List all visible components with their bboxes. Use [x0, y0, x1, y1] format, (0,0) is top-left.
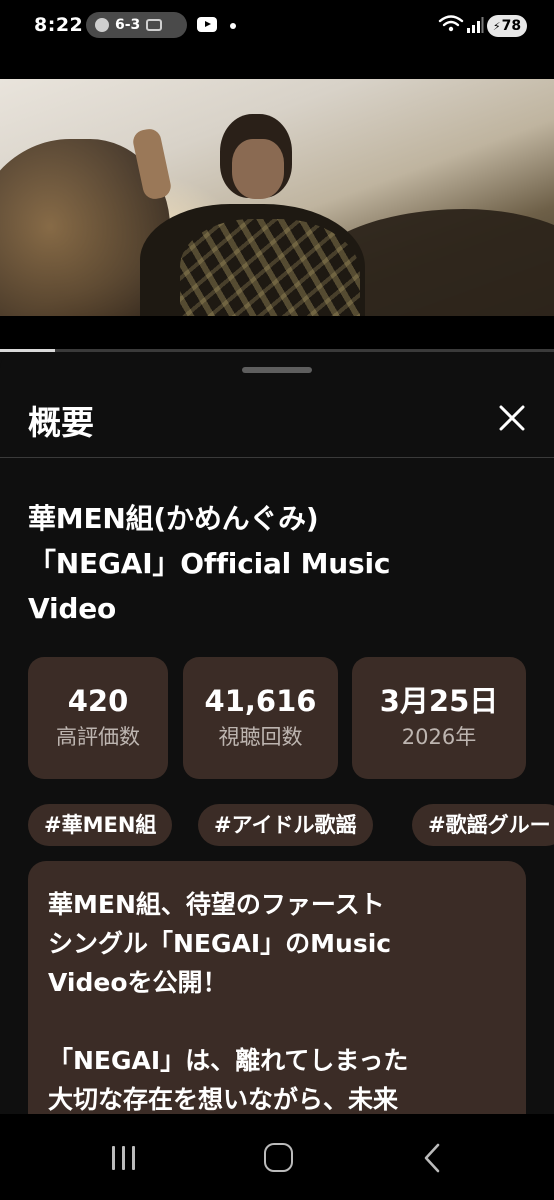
team-logo-icon — [146, 19, 163, 31]
publish-year: 2026年 — [401, 725, 477, 749]
team-logo-icon — [95, 18, 109, 32]
back-icon[interactable] — [420, 1142, 446, 1174]
video-title-line: Video — [28, 592, 117, 625]
navigation-bar — [0, 1114, 554, 1200]
score-notification: 6-3 — [86, 12, 187, 38]
youtube-icon — [197, 17, 217, 32]
hashtag-chip[interactable]: #アイドル歌謡 — [198, 804, 373, 846]
video-title-line: 「NEGAI」Official Music — [28, 547, 391, 580]
screen: 8:22 6-3 ⚡ 78 概要 華MEN組(かめんぐみ) 「NEGAI」Off… — [0, 0, 554, 1200]
sheet-title: 概要 — [28, 403, 94, 442]
status-bar: 8:22 6-3 ⚡ 78 — [0, 0, 554, 56]
notification-dot-icon — [230, 23, 236, 29]
views-stat: 41,616 視聴回数 — [183, 657, 338, 779]
wifi-icon — [438, 15, 464, 32]
drag-handle[interactable] — [242, 367, 312, 373]
close-button[interactable] — [492, 398, 532, 438]
views-count: 41,616 — [204, 684, 317, 718]
close-icon — [499, 405, 525, 431]
description-sheet: 概要 華MEN組(かめんぐみ) 「NEGAI」Official Music Vi… — [0, 352, 554, 1161]
video-title-line: 華MEN組(かめんぐみ) — [28, 502, 319, 535]
publish-date: 3月25日 — [379, 684, 499, 718]
likes-stat: 420 高評価数 — [28, 657, 168, 779]
home-icon[interactable] — [264, 1143, 293, 1172]
hashtag-chip[interactable]: #華MEN組 — [28, 804, 173, 846]
likes-label: 高評価数 — [56, 725, 140, 749]
sheet-header: 概要 — [0, 382, 554, 458]
stats-row: 420 高評価数 41,616 視聴回数 3月25日 2026年 — [28, 657, 528, 779]
likes-count: 420 — [67, 684, 129, 718]
status-time: 8:22 — [34, 14, 84, 36]
score-text: 6-3 — [115, 17, 141, 33]
description-line — [48, 1002, 506, 1041]
description-line: 「NEGAI」は、離れてしまった — [48, 1046, 409, 1075]
description-line: シングル「NEGAI」のMusic — [48, 929, 392, 958]
hashtag-row: #華MEN組 #アイドル歌謡 #歌謡グルー — [28, 804, 554, 846]
battery-saver-icon: ⚡ — [492, 19, 501, 33]
video-frame[interactable] — [0, 79, 554, 316]
views-label: 視聴回数 — [218, 725, 303, 749]
recents-icon[interactable] — [110, 1146, 138, 1170]
battery-indicator: ⚡ 78 — [487, 15, 527, 37]
battery-level: 78 — [501, 18, 522, 34]
description-line: 華MEN組、待望のファースト — [48, 890, 385, 919]
description-line: Videoを公開！ — [48, 968, 228, 997]
video-player[interactable] — [0, 56, 554, 352]
signal-icon — [467, 17, 484, 33]
video-title: 華MEN組(かめんぐみ) 「NEGAI」Official Music Video — [28, 496, 528, 631]
date-stat: 3月25日 2026年 — [352, 657, 526, 779]
hashtag-chip[interactable]: #歌謡グルー — [412, 804, 554, 846]
